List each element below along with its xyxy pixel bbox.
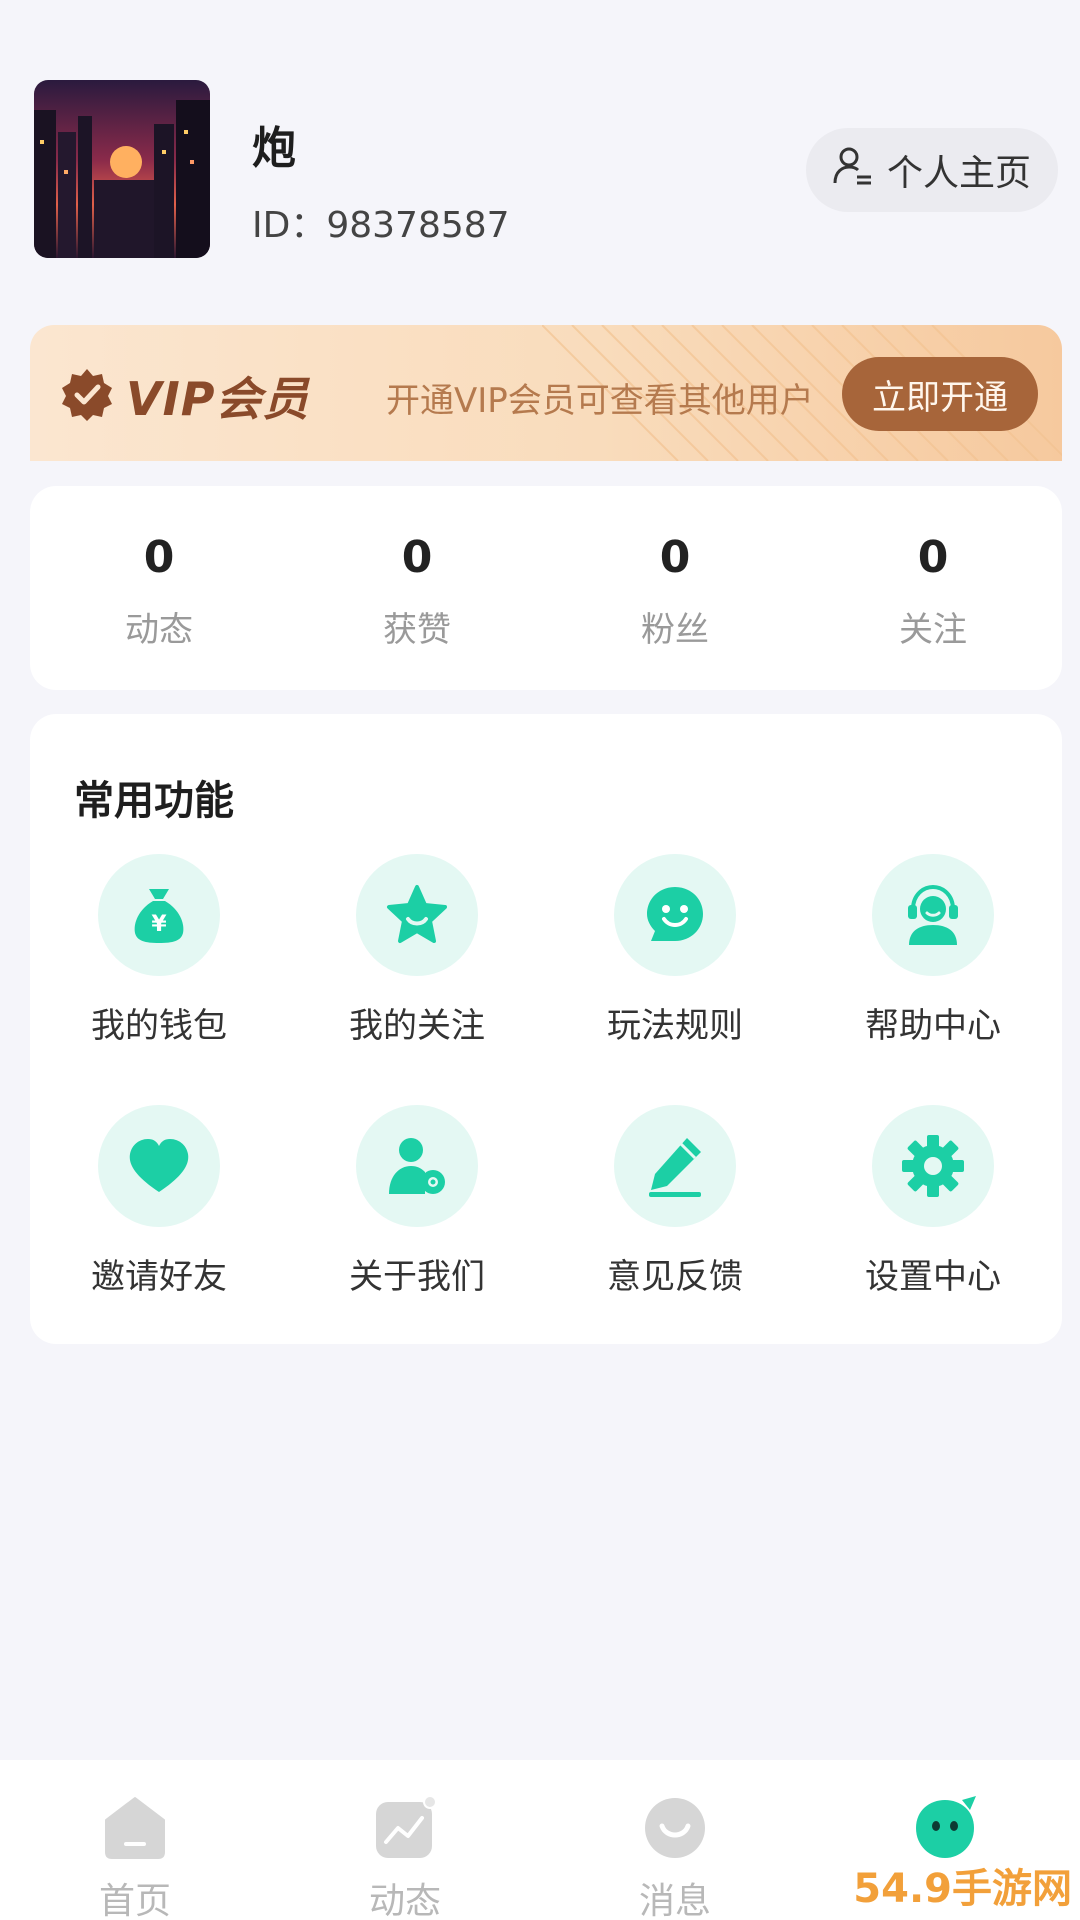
homepage-label: 个人主页 — [886, 153, 1031, 194]
user-id: ID：98378587 — [252, 205, 510, 246]
functions-grid: ¥ 我的钱包 我的关注 玩法规则 帮助中心 邀请好友 关于我们 意见反馈 设置中… — [30, 854, 1062, 1298]
feature-label: 帮助中心 — [865, 1006, 1001, 1046]
gear-icon — [872, 1105, 994, 1227]
feature-label: 邀请好友 — [91, 1257, 227, 1297]
user-gear-icon — [356, 1105, 478, 1227]
feature-about-us[interactable]: 关于我们 — [288, 1105, 546, 1298]
user-profile-icon — [833, 145, 873, 196]
common-functions-card: 常用功能 ¥ 我的钱包 我的关注 玩法规则 帮助中心 邀请好友 关于我们 意见反… — [30, 714, 1062, 1344]
stat-fans[interactable]: 0 粉丝 — [546, 486, 804, 690]
stat-posts[interactable]: 0 动态 — [30, 486, 288, 690]
stat-following[interactable]: 0 关注 — [804, 486, 1062, 690]
nav-home[interactable]: 首页 — [0, 1760, 270, 1920]
stat-label: 关注 — [899, 610, 967, 650]
feature-my-wallet[interactable]: ¥ 我的钱包 — [30, 854, 288, 1047]
feature-invite-friends[interactable]: 邀请好友 — [30, 1105, 288, 1298]
feature-label: 设置中心 — [865, 1257, 1001, 1297]
nav-messages[interactable]: 消息 — [540, 1760, 810, 1920]
feature-settings-center[interactable]: 设置中心 — [804, 1105, 1062, 1298]
username: 炮 — [252, 123, 296, 174]
feature-my-follows[interactable]: 我的关注 — [288, 854, 546, 1047]
stat-value: 0 — [143, 532, 175, 583]
avatar[interactable] — [34, 80, 210, 258]
nav-feed[interactable]: 动态 — [270, 1760, 540, 1920]
stat-label: 动态 — [125, 610, 193, 650]
feature-label: 关于我们 — [349, 1257, 485, 1297]
stat-label: 粉丝 — [641, 610, 709, 650]
watermark: 54.9手游网 — [853, 1866, 1072, 1912]
trend-icon — [372, 1795, 438, 1864]
smile-chat-icon — [614, 854, 736, 976]
feature-label: 玩法规则 — [607, 1006, 743, 1046]
personal-homepage-button[interactable]: 个人主页 — [806, 128, 1058, 212]
mascot-icon — [912, 1796, 978, 1864]
feature-feedback[interactable]: 意见反馈 — [546, 1105, 804, 1298]
stat-likes[interactable]: 0 获赞 — [288, 486, 546, 690]
star-icon — [356, 854, 478, 976]
home-icon — [102, 1796, 168, 1864]
profile-header: 炮 ID：98378587 个人主页 — [0, 0, 1080, 300]
feature-label: 我的关注 — [349, 1006, 485, 1046]
vip-description: 开通VIP会员可查看其他用户 — [386, 381, 814, 421]
nav-label: 动态 — [368, 1881, 441, 1920]
stat-value: 0 — [659, 532, 691, 583]
pencil-icon — [614, 1105, 736, 1227]
section-title: 常用功能 — [74, 778, 234, 824]
vip-title: VIP会员 — [126, 372, 310, 426]
stat-label: 获赞 — [383, 610, 451, 650]
message-icon — [642, 1796, 708, 1864]
heart-icon — [98, 1105, 220, 1227]
feature-label: 我的钱包 — [91, 1006, 227, 1046]
feature-game-rules[interactable]: 玩法规则 — [546, 854, 804, 1047]
feature-label: 意见反馈 — [607, 1257, 743, 1297]
nav-label: 首页 — [98, 1881, 171, 1920]
feature-help-center[interactable]: 帮助中心 — [804, 854, 1062, 1047]
svg-text:¥: ¥ — [151, 912, 167, 937]
vip-badge-icon — [60, 367, 114, 425]
stat-value: 0 — [917, 532, 949, 583]
nav-label: 消息 — [638, 1881, 711, 1920]
vip-open-button[interactable]: 立即开通 — [842, 357, 1038, 431]
stat-value: 0 — [401, 532, 433, 583]
wallet-icon: ¥ — [98, 854, 220, 976]
vip-banner[interactable]: VIP会员 开通VIP会员可查看其他用户 立即开通 — [30, 325, 1062, 461]
headset-icon — [872, 854, 994, 976]
stats-card: 0 动态 0 获赞 0 粉丝 0 关注 — [30, 486, 1062, 690]
